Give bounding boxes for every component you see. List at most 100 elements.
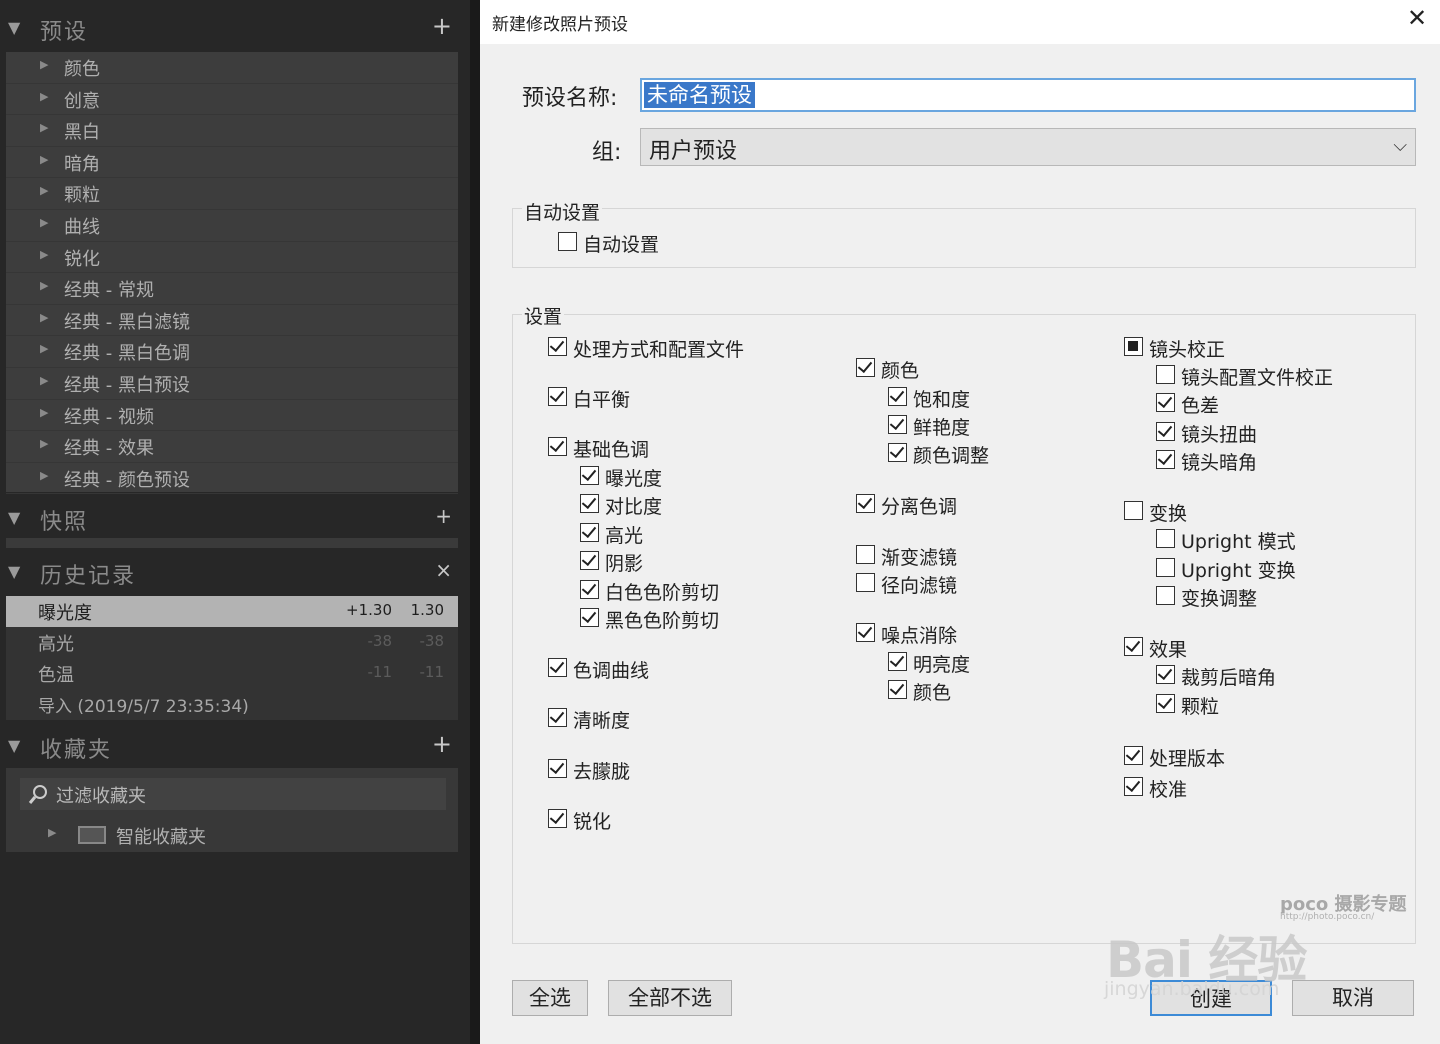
preset-folder[interactable]: ▶ 创意: [6, 84, 458, 116]
preset-folder[interactable]: ▶ 经典 - 视频: [6, 400, 458, 432]
checkbox-box[interactable]: [548, 809, 567, 828]
expand-triangle-icon[interactable]: ▶: [40, 153, 48, 166]
checkbox-box[interactable]: [888, 387, 907, 406]
collections-header[interactable]: ▼ 收藏夹 +: [0, 724, 462, 768]
expand-triangle-icon[interactable]: ▶: [40, 311, 48, 324]
checkbox-box[interactable]: [580, 580, 599, 599]
checkbox-box[interactable]: [888, 415, 907, 434]
checkbox-box[interactable]: [856, 573, 875, 592]
auto-settings-legend: 自动设置: [522, 198, 603, 225]
checkbox-box[interactable]: [1124, 337, 1143, 356]
preset-folder[interactable]: ▶ 黑白: [6, 115, 458, 147]
expand-triangle-icon[interactable]: ▶: [40, 90, 48, 103]
smart-collections-item[interactable]: ▶ 智能收藏夹: [6, 820, 458, 850]
expand-triangle-icon[interactable]: ▶: [40, 437, 48, 450]
add-preset-icon[interactable]: +: [432, 12, 452, 40]
preset-folder[interactable]: ▶ 暗角: [6, 147, 458, 179]
collapse-triangle-icon[interactable]: ▼: [8, 562, 20, 581]
collapse-triangle-icon[interactable]: ▼: [8, 18, 20, 37]
checkbox-box[interactable]: [856, 358, 875, 377]
select-none-button[interactable]: 全部不选: [608, 980, 732, 1016]
checkbox-box[interactable]: [580, 466, 599, 485]
preset-folder[interactable]: ▶ 经典 - 效果: [6, 431, 458, 463]
checkbox-box[interactable]: [856, 494, 875, 513]
checkbox-box[interactable]: [1156, 586, 1175, 605]
expand-triangle-icon[interactable]: ▶: [40, 406, 48, 419]
preset-name-input[interactable]: 未命名预设: [640, 78, 1416, 112]
preset-folder[interactable]: ▶ 经典 - 黑白滤镜: [6, 305, 458, 337]
checkbox-box[interactable]: [856, 545, 875, 564]
group-select[interactable]: 用户预设 ⌵: [640, 128, 1416, 166]
smart-collection-icon: [78, 826, 106, 844]
history-step[interactable]: 曝光度 +1.30 1.30: [6, 596, 458, 627]
checkbox-box[interactable]: [1156, 365, 1175, 384]
history-step[interactable]: 高光 -38 -38: [6, 627, 458, 658]
add-collection-icon[interactable]: +: [432, 730, 452, 758]
checkbox-box[interactable]: [1156, 393, 1175, 412]
checkbox-box[interactable]: [580, 494, 599, 513]
expand-triangle-icon[interactable]: ▶: [40, 184, 48, 197]
checkbox-box[interactable]: [888, 443, 907, 462]
expand-triangle-icon[interactable]: ▶: [40, 248, 48, 261]
preset-name-label: 预设名称:: [522, 86, 618, 111]
clear-history-icon[interactable]: ×: [435, 558, 452, 582]
preset-folder[interactable]: ▶ 颜色: [6, 52, 458, 84]
checkbox-box[interactable]: [558, 232, 577, 251]
preset-folder[interactable]: ▶ 经典 - 常规: [6, 273, 458, 305]
preset-folder[interactable]: ▶ 经典 - 黑白预设: [6, 368, 458, 400]
expand-triangle-icon[interactable]: ▶: [40, 374, 48, 387]
collapse-triangle-icon[interactable]: ▼: [8, 736, 20, 755]
checkbox-box[interactable]: [1124, 777, 1143, 796]
expand-triangle-icon[interactable]: ▶: [40, 342, 48, 355]
preset-folder[interactable]: ▶ 颗粒: [6, 178, 458, 210]
checkbox-box[interactable]: [548, 759, 567, 778]
checkbox-box[interactable]: [1156, 665, 1175, 684]
chevron-down-icon[interactable]: ⌵: [1393, 135, 1407, 156]
checkbox-box[interactable]: [1156, 450, 1175, 469]
checkbox-box[interactable]: [1124, 501, 1143, 520]
checkbox-box[interactable]: [1156, 558, 1175, 577]
checkbox-box[interactable]: [548, 337, 567, 356]
history-step[interactable]: 色温 -11 -11: [6, 658, 458, 689]
expand-triangle-icon[interactable]: ▶: [40, 216, 48, 229]
checkbox-box[interactable]: [580, 608, 599, 627]
watermark: poco 摄影专题 http://photo.poco.cn/ Bai 经验 j…: [1100, 880, 1420, 1000]
add-snapshot-icon[interactable]: +: [435, 504, 452, 528]
preset-folder[interactable]: ▶ 锐化: [6, 242, 458, 274]
preset-folder[interactable]: ▶ 经典 - 黑白色调: [6, 336, 458, 368]
expand-triangle-icon[interactable]: ▶: [40, 279, 48, 292]
checkbox-box[interactable]: [548, 708, 567, 727]
checkbox-box[interactable]: [548, 387, 567, 406]
filter-collections-input[interactable]: 过滤收藏夹: [20, 778, 446, 810]
checkbox-box[interactable]: [1156, 422, 1175, 441]
snapshots-header[interactable]: ▼ 快照 +: [0, 496, 462, 540]
preset-folder-label: 经典 - 颜色预设: [64, 469, 190, 491]
checkbox-box[interactable]: [548, 437, 567, 456]
expand-triangle-icon[interactable]: ▶: [40, 121, 48, 134]
close-icon[interactable]: ✕: [1402, 4, 1432, 38]
collapse-triangle-icon[interactable]: ▼: [8, 508, 20, 527]
checkbox-box[interactable]: [580, 551, 599, 570]
checkbox-box[interactable]: [1156, 529, 1175, 548]
checkbox-box[interactable]: [1156, 694, 1175, 713]
checkbox-box[interactable]: [888, 680, 907, 699]
history-step[interactable]: 导入 (2019/5/7 23:35:34): [6, 689, 458, 720]
checkbox-box[interactable]: [888, 652, 907, 671]
preset-name-value[interactable]: 未命名预设: [644, 82, 755, 108]
checkbox-box[interactable]: [1124, 637, 1143, 656]
preset-folder[interactable]: ▶ 曲线: [6, 210, 458, 242]
expand-triangle-icon[interactable]: ▶: [48, 826, 56, 839]
checkbox-box[interactable]: [580, 523, 599, 542]
expand-triangle-icon[interactable]: ▶: [40, 58, 48, 71]
preset-folder-label: 颜色: [64, 59, 100, 80]
history-header[interactable]: ▼ 历史记录 ×: [0, 550, 462, 594]
checkbox-box[interactable]: [1124, 746, 1143, 765]
checkbox-box[interactable]: [548, 658, 567, 677]
presets-header[interactable]: ▼ 预设 +: [0, 6, 462, 50]
select-all-button[interactable]: 全选: [512, 980, 588, 1016]
checkbox-box[interactable]: [856, 623, 875, 642]
preset-folder-label: 经典 - 黑白预设: [64, 374, 190, 396]
history-step-label: 导入 (2019/5/7 23:35:34): [38, 697, 249, 717]
preset-folder[interactable]: ▶ 经典 - 颜色预设: [6, 463, 458, 495]
expand-triangle-icon[interactable]: ▶: [40, 469, 48, 482]
